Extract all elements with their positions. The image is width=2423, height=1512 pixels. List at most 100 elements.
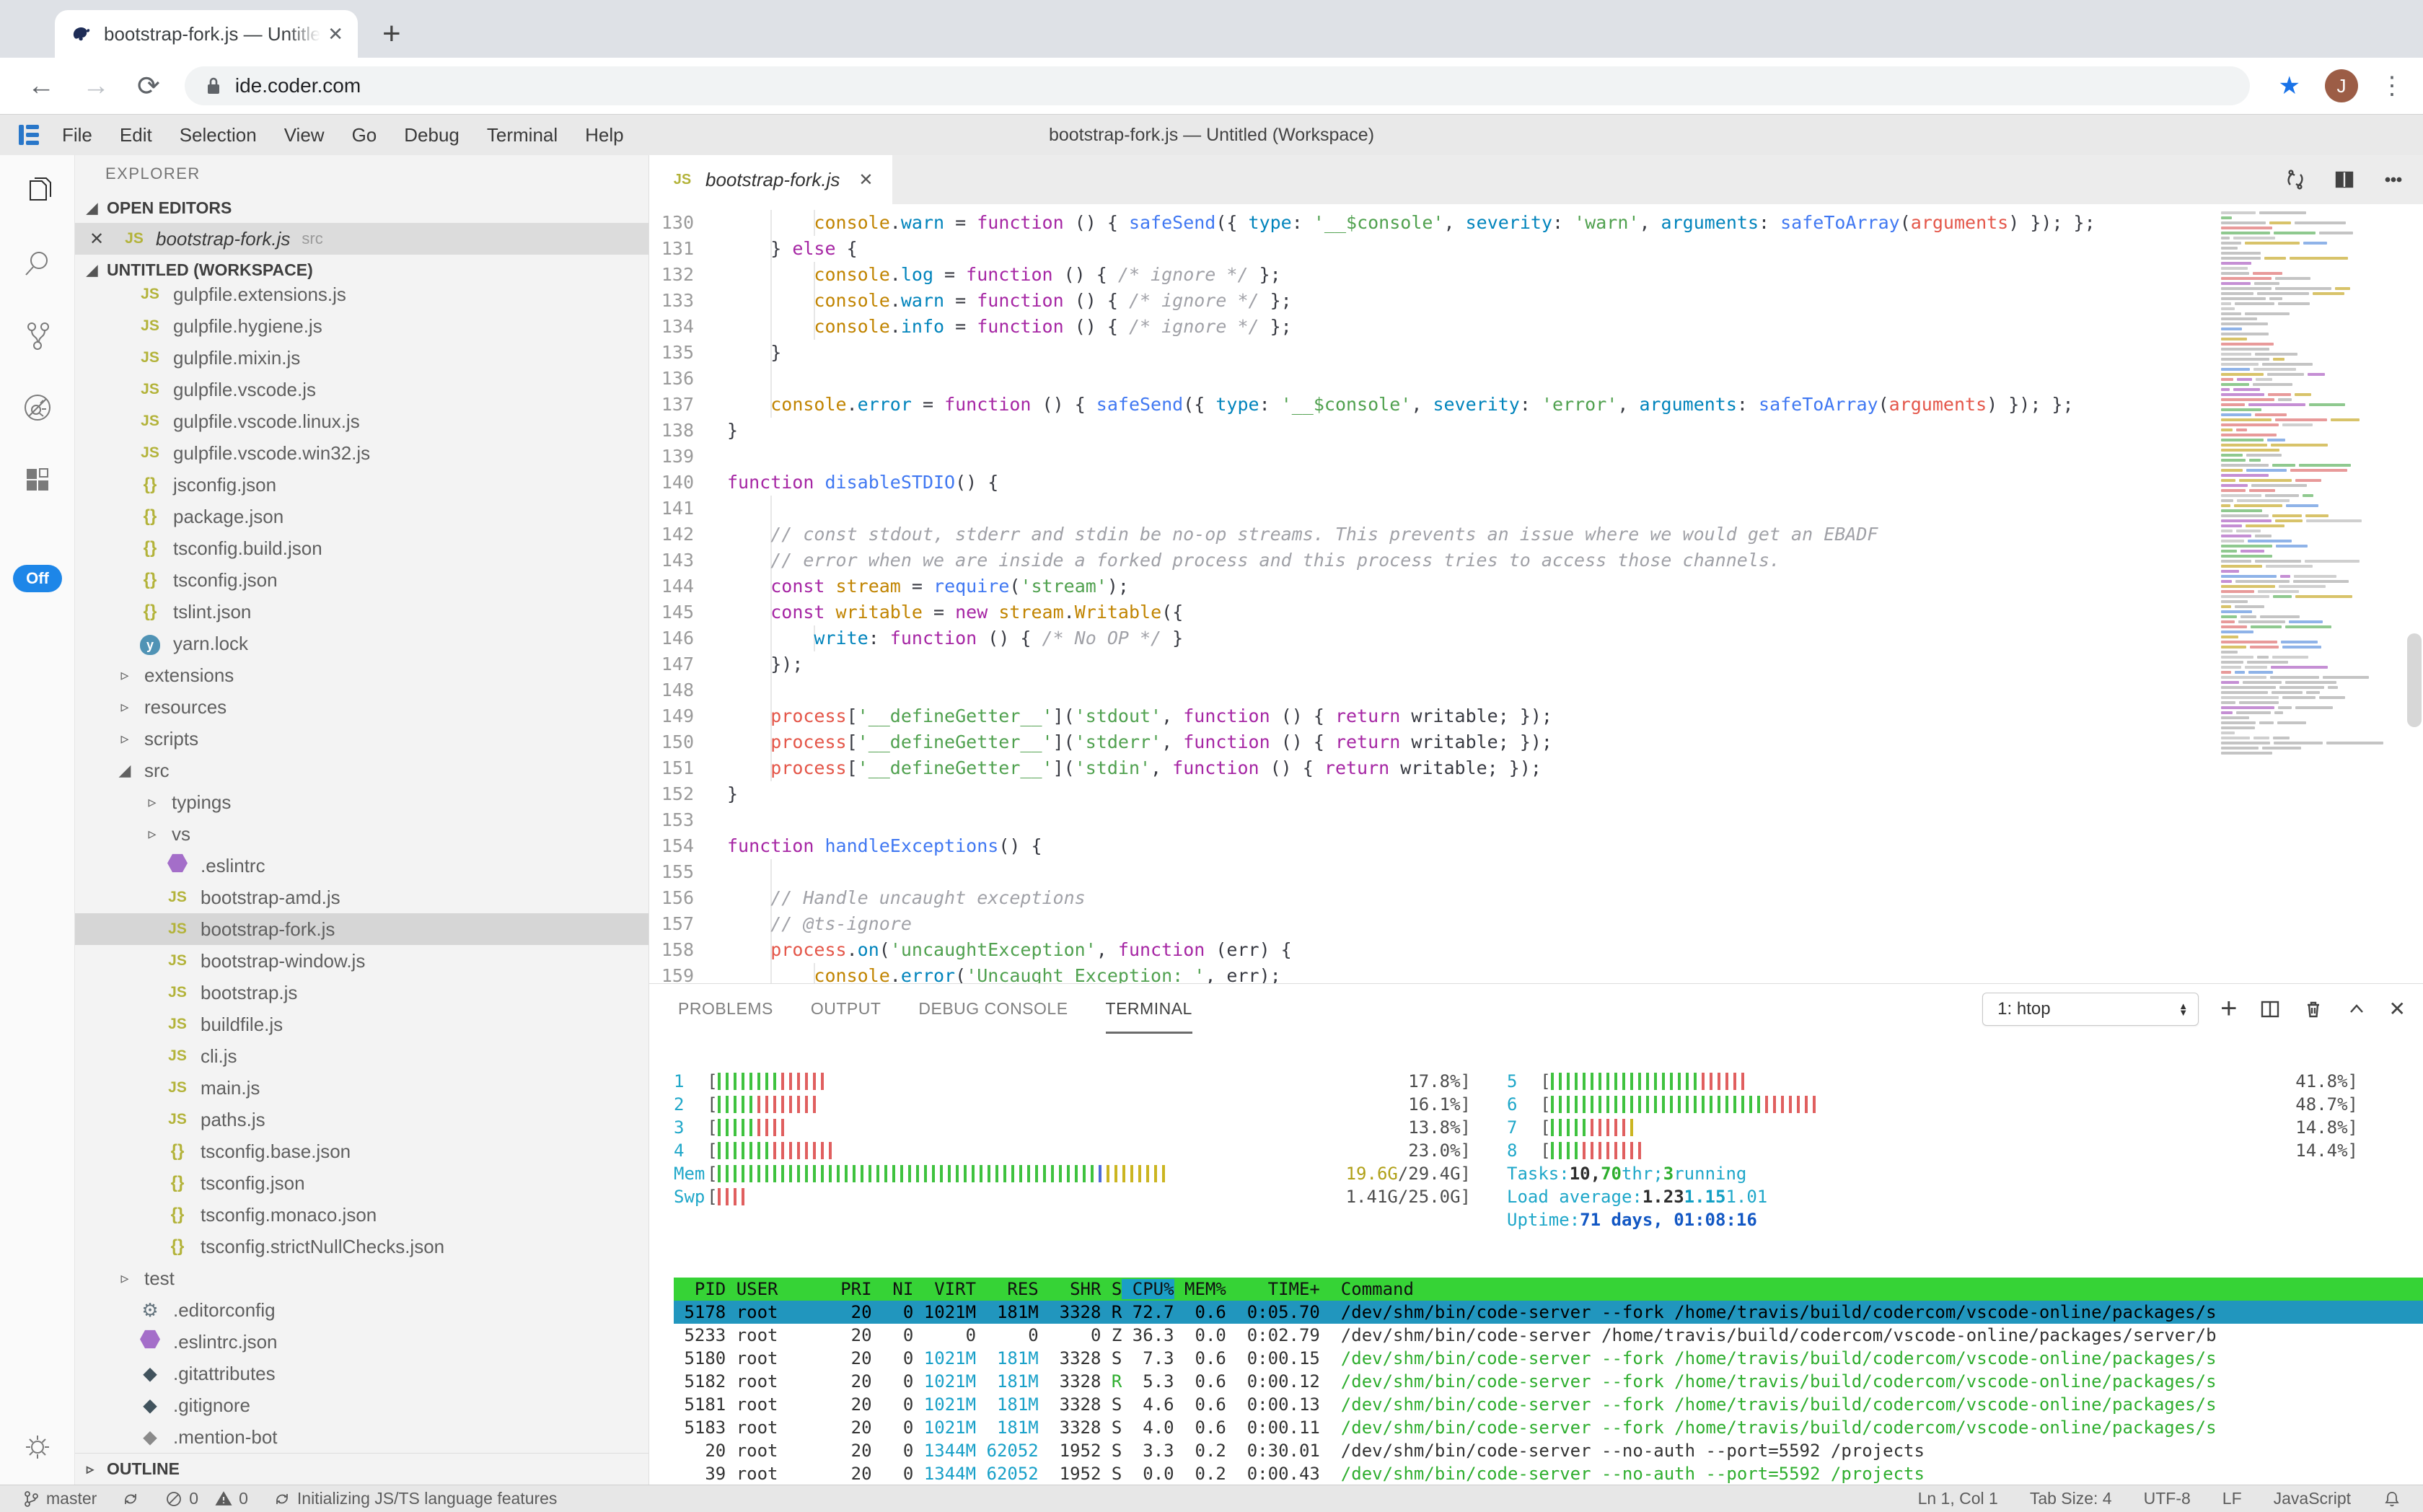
process-row-39[interactable]: 39 root 20 0 1344M 62052 1952 S 0.0 0.2 … (674, 1462, 2423, 1485)
file-row-.eslintrc.json[interactable]: .eslintrc.json (75, 1326, 648, 1358)
close-icon[interactable]: ✕ (858, 170, 873, 190)
process-row-5183[interactable]: 5183 root 20 0 1021M 181M 3328 S 4.0 0.6… (674, 1416, 2423, 1439)
menu-debug[interactable]: Debug (404, 124, 459, 146)
back-icon[interactable]: ← (27, 71, 55, 102)
file-row-src[interactable]: ◢src (75, 755, 648, 786)
file-row-gulpfile.hygiene.js[interactable]: JSgulpfile.hygiene.js (75, 310, 648, 342)
file-row-bootstrap-window.js[interactable]: JSbootstrap-window.js (75, 945, 648, 977)
editor-scrollbar[interactable] (2407, 633, 2422, 727)
menu-edit[interactable]: Edit (120, 124, 152, 146)
file-row-package.json[interactable]: {}package.json (75, 501, 648, 532)
file-row-tsconfig.base.json[interactable]: {}tsconfig.base.json (75, 1135, 648, 1167)
git-branch-item[interactable]: master (22, 1489, 97, 1508)
tab-close-icon[interactable]: ✕ (327, 23, 343, 45)
maximize-panel-icon[interactable] (2346, 998, 2367, 1020)
explorer-icon[interactable] (0, 155, 75, 227)
file-row-tsconfig.json[interactable]: {}tsconfig.json (75, 564, 648, 596)
file-row-vs[interactable]: ▹vs (75, 818, 648, 850)
file-row-tsconfig.json[interactable]: {}tsconfig.json (75, 1167, 648, 1199)
process-row-5180[interactable]: 5180 root 20 0 1021M 181M 3328 S 7.3 0.6… (674, 1347, 2423, 1370)
status-tab-size-4[interactable]: Tab Size: 4 (2030, 1489, 2112, 1508)
file-row-resources[interactable]: ▹resources (75, 691, 648, 723)
open-editors-section[interactable]: ◢ OPEN EDITORS (75, 193, 648, 223)
file-row-.eslintrc[interactable]: .eslintrc (75, 850, 648, 882)
status-ln-1-col-1[interactable]: Ln 1, Col 1 (1918, 1489, 1998, 1508)
status-utf-8[interactable]: UTF-8 (2144, 1489, 2191, 1508)
close-panel-icon[interactable]: ✕ (2389, 997, 2406, 1021)
file-row-tsconfig.monaco.json[interactable]: {}tsconfig.monaco.json (75, 1199, 648, 1231)
panel-tab-debug-console[interactable]: DEBUG CONSOLE (918, 984, 1068, 1034)
terminal-select[interactable]: 1: htop ▲▼ (1982, 993, 2199, 1026)
split-editor-icon[interactable] (2334, 169, 2355, 190)
reload-icon[interactable]: ⟳ (137, 70, 160, 102)
file-row-gulpfile.vscode.linux.js[interactable]: JSgulpfile.vscode.linux.js (75, 405, 648, 437)
file-row-typings[interactable]: ▹typings (75, 786, 648, 818)
debug-disabled-icon[interactable] (0, 372, 75, 444)
new-terminal-icon[interactable]: + (2220, 993, 2237, 1025)
code-editor[interactable]: 130 console.warn = function () { safeSen… (649, 204, 2423, 983)
file-row-tslint.json[interactable]: {}tslint.json (75, 596, 648, 628)
process-row-5182[interactable]: 5182 root 20 0 1021M 181M 3328 R 5.3 0.6… (674, 1370, 2423, 1393)
file-row-tsconfig.strictNullChecks.json[interactable]: {}tsconfig.strictNullChecks.json (75, 1231, 648, 1262)
file-row-yarn.lock[interactable]: yyarn.lock (75, 628, 648, 659)
url-bar[interactable]: ide.coder.com (185, 66, 2250, 105)
sync-item[interactable] (121, 1490, 140, 1508)
minimap[interactable] (2221, 211, 2401, 757)
file-row-cli.js[interactable]: JScli.js (75, 1040, 648, 1072)
file-row-scripts[interactable]: ▹scripts (75, 723, 648, 755)
menu-view[interactable]: View (284, 124, 325, 146)
panel-tab-problems[interactable]: PROBLEMS (678, 984, 773, 1034)
editor-tab[interactable]: JS bootstrap-fork.js ✕ (649, 155, 892, 204)
sync-icon[interactable] (2285, 169, 2306, 190)
status-lf[interactable]: LF (2222, 1489, 2242, 1508)
status-javascript[interactable]: JavaScript (2274, 1489, 2351, 1508)
file-row-bootstrap.js[interactable]: JSbootstrap.js (75, 977, 648, 1008)
process-row-20[interactable]: 20 root 20 0 1344M 62052 1952 S 3.3 0.2 … (674, 1439, 2423, 1462)
process-row-5181[interactable]: 5181 root 20 0 1021M 181M 3328 S 4.6 0.6… (674, 1393, 2423, 1416)
file-row-buildfile.js[interactable]: JSbuildfile.js (75, 1008, 648, 1040)
forward-icon[interactable]: → (82, 71, 110, 102)
bookmark-star-icon[interactable]: ★ (2279, 71, 2300, 100)
file-row-bootstrap-fork.js[interactable]: JSbootstrap-fork.js (75, 913, 648, 945)
file-row-gulpfile.extensions.js[interactable]: JSgulpfile.extensions.js (75, 285, 648, 310)
terminal-output[interactable]: 1 [17.8%]2 [16.1%]3 [13.8%]4 [23.0%]Mem[… (649, 1034, 2423, 1485)
language-status-item[interactable]: Initializing JS/TS language features (273, 1489, 558, 1508)
kill-terminal-trash-icon[interactable] (2303, 998, 2324, 1020)
browser-tab[interactable]: bootstrap-fork.js — Untitled (W ✕ (55, 10, 358, 58)
panel-tab-terminal[interactable]: TERMINAL (1106, 984, 1192, 1034)
menu-go[interactable]: Go (352, 124, 377, 146)
file-row-jsconfig.json[interactable]: {}jsconfig.json (75, 469, 648, 501)
extensions-icon[interactable] (0, 444, 75, 516)
file-row-gulpfile.vscode.win32.js[interactable]: JSgulpfile.vscode.win32.js (75, 437, 648, 469)
close-icon[interactable]: ✕ (89, 229, 120, 250)
menu-selection[interactable]: Selection (180, 124, 257, 146)
file-row-gulpfile.vscode.js[interactable]: JSgulpfile.vscode.js (75, 374, 648, 405)
file-row-tsconfig.build.json[interactable]: {}tsconfig.build.json (75, 532, 648, 564)
file-row-.editorconfig[interactable]: ⚙.editorconfig (75, 1294, 648, 1326)
avatar[interactable]: J (2325, 69, 2358, 102)
problems-item[interactable]: 0 0 (164, 1489, 248, 1508)
file-row-main.js[interactable]: JSmain.js (75, 1072, 648, 1104)
source-control-icon[interactable] (0, 299, 75, 372)
settings-gear-icon[interactable] (0, 1430, 75, 1464)
telemetry-off-badge[interactable]: Off (13, 565, 62, 592)
outline-section[interactable]: ▹ OUTLINE (75, 1453, 648, 1485)
menu-terminal[interactable]: Terminal (487, 124, 558, 146)
file-row-.gitattributes[interactable]: ◆.gitattributes (75, 1358, 648, 1389)
new-tab-button[interactable]: + (382, 16, 401, 52)
bell-icon[interactable] (2383, 1490, 2401, 1508)
workspace-section[interactable]: ◢ UNTITLED (WORKSPACE) (75, 255, 648, 285)
htop-table-header[interactable]: PID USER PRI NI VIRT RES SHR S CPU% MEM%… (674, 1278, 2423, 1301)
file-row-bootstrap-amd.js[interactable]: JSbootstrap-amd.js (75, 882, 648, 913)
process-row-5233[interactable]: 5233 root 20 0 0 0 0 Z 36.3 0.0 0:02.79 … (674, 1324, 2423, 1347)
search-icon[interactable] (0, 227, 75, 299)
file-row-.mention-bot[interactable]: ◆.mention-bot (75, 1421, 648, 1453)
menu-file[interactable]: File (62, 124, 92, 146)
panel-tab-output[interactable]: OUTPUT (811, 984, 881, 1034)
file-row-paths.js[interactable]: JSpaths.js (75, 1104, 648, 1135)
process-row-5178[interactable]: 5178 root 20 0 1021M 181M 3328 R 72.7 0.… (674, 1301, 2423, 1324)
split-terminal-icon[interactable] (2259, 998, 2281, 1020)
file-row-test[interactable]: ▹test (75, 1262, 648, 1294)
file-row-.gitignore[interactable]: ◆.gitignore (75, 1389, 648, 1421)
browser-menu-icon[interactable]: ⋮ (2380, 71, 2404, 100)
